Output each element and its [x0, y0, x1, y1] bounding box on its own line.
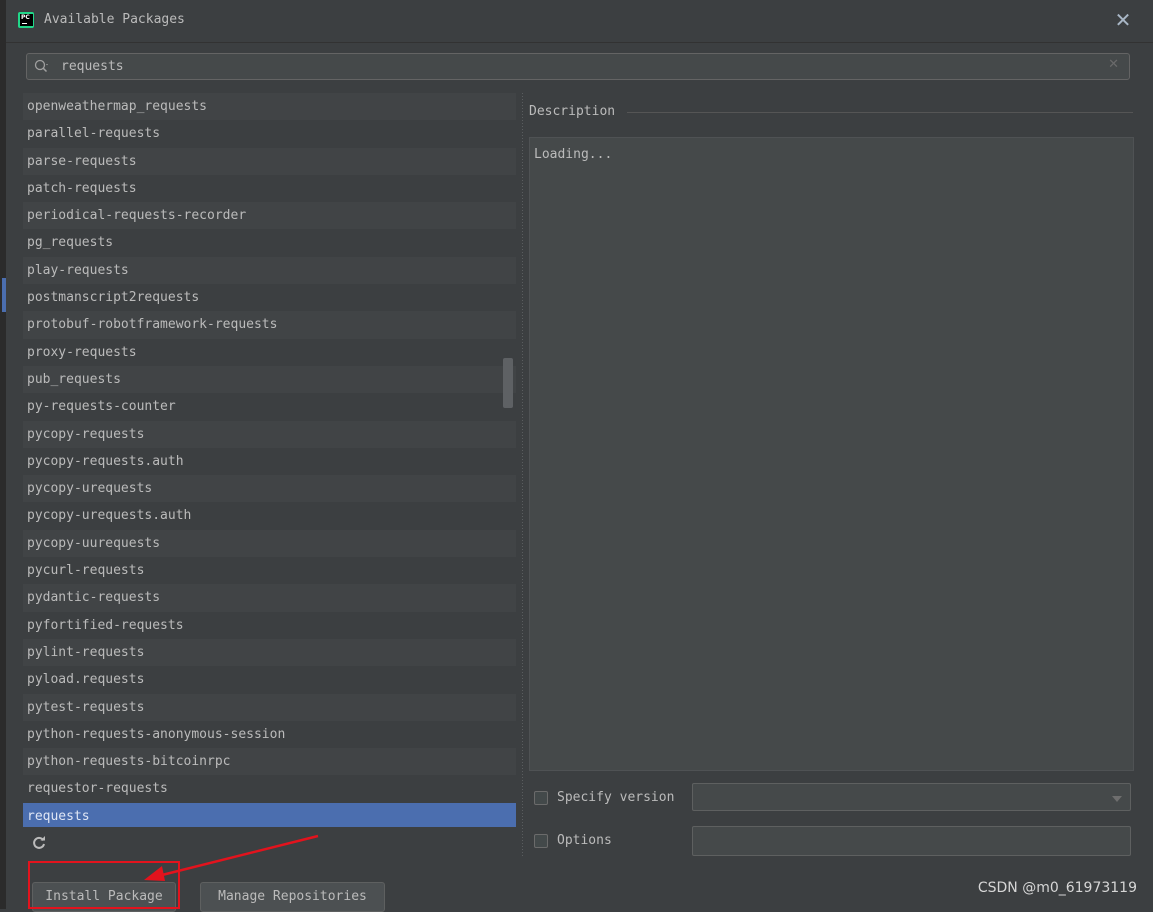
- package-list-item[interactable]: pg_requests: [23, 229, 516, 257]
- package-list-item[interactable]: requests: [23, 802, 516, 827]
- dialog-title: Available Packages: [44, 12, 185, 27]
- description-panel: Loading...: [529, 137, 1134, 771]
- package-list-item[interactable]: parallel-requests: [23, 120, 516, 148]
- package-list-item[interactable]: pylint-requests: [23, 638, 516, 667]
- watermark: CSDN @m0_61973119: [977, 880, 1137, 896]
- description-label: Description: [529, 104, 616, 119]
- package-list-item[interactable]: proxy-requests: [23, 338, 516, 366]
- package-list-item[interactable]: pyfortified-requests: [23, 611, 516, 639]
- chevron-down-icon[interactable]: [1112, 796, 1122, 802]
- specify-version-label[interactable]: Specify version: [557, 790, 674, 805]
- options-label[interactable]: Options: [557, 833, 612, 848]
- package-list-item[interactable]: patch-requests: [23, 174, 516, 203]
- package-list-item[interactable]: requestor-requests: [23, 775, 516, 803]
- available-packages-dialog: PC Available Packages ✕ ✕ openweathermap…: [0, 0, 1153, 912]
- package-list-item[interactable]: parse-requests: [23, 147, 516, 175]
- package-list-item[interactable]: pycopy-uurequests: [23, 529, 516, 558]
- package-list-item[interactable]: pytest-requests: [23, 693, 516, 721]
- list-scrollbar-thumb[interactable]: [503, 358, 513, 408]
- package-list-item[interactable]: pub_requests: [23, 365, 516, 394]
- background-window-marker: [2, 278, 6, 312]
- package-list-item[interactable]: py-requests-counter: [23, 393, 516, 421]
- panel-splitter[interactable]: [520, 93, 526, 858]
- package-list-item[interactable]: pycurl-requests: [23, 557, 516, 585]
- search-clear-icon[interactable]: ✕: [1108, 57, 1119, 72]
- pycharm-icon-text: PC: [20, 14, 33, 26]
- package-list-item[interactable]: pycopy-urequests: [23, 475, 516, 503]
- package-list-item[interactable]: python-requests-anonymous-session: [23, 720, 516, 749]
- package-list-item[interactable]: pydantic-requests: [23, 584, 516, 612]
- package-list-item[interactable]: openweathermap_requests: [23, 93, 516, 121]
- specify-version-checkbox[interactable]: [534, 791, 548, 805]
- package-list-item[interactable]: pycopy-urequests.auth: [23, 502, 516, 530]
- search-field[interactable]: ✕: [26, 53, 1130, 80]
- package-list-item[interactable]: python-requests-bitcoinrpc: [23, 748, 516, 776]
- package-list-item[interactable]: pyload.requests: [23, 666, 516, 694]
- package-list-item[interactable]: pycopy-requests: [23, 420, 516, 448]
- close-icon[interactable]: ✕: [1111, 8, 1135, 32]
- title-bar: PC Available Packages ✕: [6, 0, 1153, 43]
- options-checkbox[interactable]: [534, 834, 548, 848]
- package-list-item[interactable]: periodical-requests-recorder: [23, 202, 516, 230]
- description-text: Loading...: [534, 147, 613, 162]
- package-list-item[interactable]: protobuf-robotframework-requests: [23, 311, 516, 339]
- manage-repositories-button[interactable]: Manage Repositories: [200, 882, 385, 912]
- search-icon[interactable]: [33, 58, 51, 76]
- package-list[interactable]: openweathermap_requests parallel-requests…: [23, 93, 516, 827]
- refresh-icon[interactable]: [30, 834, 48, 852]
- version-dropdown[interactable]: [692, 783, 1131, 811]
- description-divider: [627, 112, 1133, 113]
- package-list-item[interactable]: play-requests: [23, 256, 516, 285]
- pycharm-icon: PC: [18, 12, 34, 28]
- options-input[interactable]: [692, 826, 1131, 856]
- background-window-edge: [0, 0, 6, 909]
- package-list-item[interactable]: postmanscript2requests: [23, 284, 516, 312]
- search-input[interactable]: [61, 57, 1101, 76]
- package-list-item[interactable]: pycopy-requests.auth: [23, 447, 516, 476]
- annotation-highlight-box: [28, 861, 180, 909]
